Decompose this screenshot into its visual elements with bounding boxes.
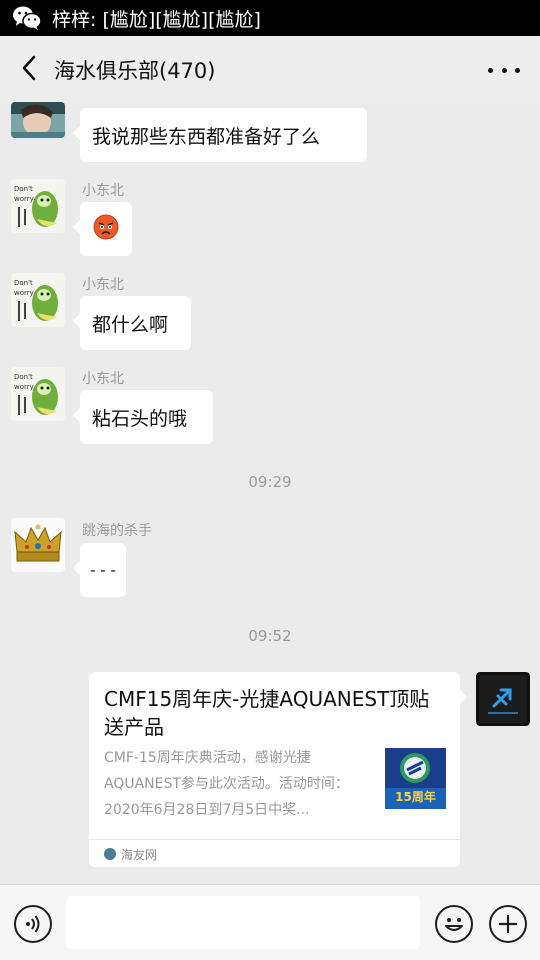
emoji-button[interactable] — [435, 905, 473, 943]
voice-icon — [16, 915, 50, 945]
message-bubble[interactable] — [73, 202, 132, 256]
back-button[interactable] — [4, 36, 54, 104]
link-card-description: CMF-15周年庆典活动，感谢光捷AQUANEST参与此次活动。活动时间：202… — [104, 750, 349, 818]
sender-name: 小东北 — [82, 371, 124, 387]
more-dots-icon — [488, 67, 493, 73]
avatar[interactable]: Don't worry — [11, 273, 65, 327]
link-card[interactable]: CMF15周年庆-光捷AQUANEST顶贴送产品 CMF-15周年庆典活动，感谢… — [89, 672, 467, 867]
svg-text:worry: worry — [14, 195, 34, 203]
notification-bar[interactable]: 梓梓: [尴尬][尴尬][尴尬] — [0, 0, 540, 36]
angry-face-emoji — [93, 214, 119, 245]
avatar[interactable]: Don't worry — [11, 367, 65, 421]
wechat-icon — [12, 5, 42, 31]
timestamp: 09:29 — [248, 473, 292, 491]
svg-text:worry: worry — [14, 383, 34, 391]
svg-text:Don't: Don't — [14, 373, 33, 381]
plus-icon — [491, 915, 525, 945]
emoji-icon — [437, 918, 471, 945]
svg-text:worry: worry — [14, 289, 34, 297]
message-bubble[interactable]: - - - — [73, 543, 126, 597]
more-dot — [515, 67, 520, 73]
voice-button[interactable] — [14, 905, 52, 943]
message-bubble[interactable]: 粘石头的哦 — [73, 390, 213, 444]
link-card-source-name: 海友网 — [121, 847, 158, 862]
sender-name: 小东北 — [82, 277, 124, 293]
chevron-left-icon — [21, 55, 37, 85]
divider — [89, 839, 460, 840]
svg-text:Don't: Don't — [14, 279, 33, 287]
avatar[interactable] — [11, 518, 65, 572]
link-card-thumbnail: 15周年 — [385, 748, 446, 809]
message-bubble[interactable]: 我说那些东西都准备好了么 — [73, 108, 367, 162]
avatar[interactable]: Don't worry — [11, 179, 65, 233]
notification-text: 梓梓: [尴尬][尴尬][尴尬] — [52, 8, 261, 31]
chat-header: 海水俱乐部(470) — [0, 36, 540, 104]
more-button[interactable] — [488, 58, 520, 82]
chat-title: 海水俱乐部(470) — [54, 59, 216, 83]
input-bar — [0, 884, 540, 960]
message-text: 我说那些东西都准备好了么 — [92, 125, 321, 148]
source-logo-icon — [104, 848, 116, 860]
message-text: - - - — [90, 561, 116, 579]
timestamp: 09:52 — [248, 627, 292, 645]
message-text: 都什么啊 — [92, 313, 169, 336]
message-bubble[interactable]: 都什么啊 — [73, 296, 191, 350]
link-card-source: 海友网 — [104, 844, 157, 864]
sender-name: 跳海的杀手 — [82, 523, 152, 539]
avatar[interactable] — [476, 672, 530, 726]
avatar[interactable] — [11, 102, 65, 138]
sender-name: 小东北 — [82, 183, 124, 199]
message-input[interactable] — [66, 896, 420, 949]
link-card-thumb-text: 15周年 — [395, 790, 436, 804]
more-dot — [501, 67, 507, 73]
link-card-title: CMF15周年庆-光捷AQUANEST顶贴送产品 — [104, 687, 430, 739]
svg-text:Don't: Don't — [14, 185, 33, 193]
message-text: 粘石头的哦 — [92, 407, 188, 430]
add-button[interactable] — [489, 905, 527, 943]
